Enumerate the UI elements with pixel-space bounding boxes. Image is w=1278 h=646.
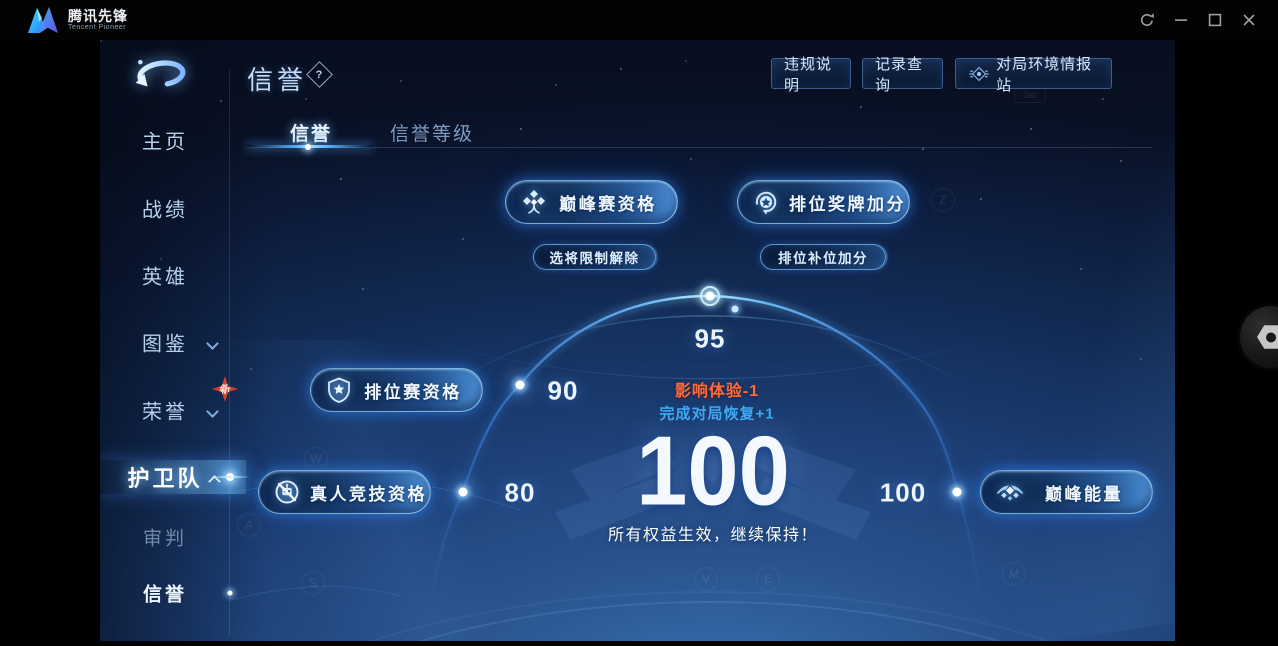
tab-divider <box>247 147 1152 148</box>
sidebar-item-records[interactable]: 战绩 <box>100 194 230 223</box>
watermark-key: V <box>694 567 718 591</box>
record-query-button[interactable]: 记录查询 <box>862 56 943 94</box>
peak-energy-button[interactable]: 巅峰能量 <box>980 470 1153 514</box>
medal-cycle-icon <box>755 191 777 215</box>
titlebar: 腾讯先锋 Tencent Pioneer <box>0 0 1278 40</box>
peak-diamonds-icon <box>523 190 545 214</box>
app-logo: 腾讯先锋 Tencent Pioneer <box>26 5 128 35</box>
active-tab-dot <box>305 143 311 150</box>
page-title: 信誉 <box>247 65 308 95</box>
app-window: 腾讯先锋 Tencent Pioneer Z W V E M S 主页 战绩 英… <box>0 0 1278 646</box>
rank-qualify-button[interactable]: 排位赛资格 <box>310 368 483 412</box>
gauge-tick-80: 80 <box>504 477 536 508</box>
match-env-intel-button[interactable]: 对局环境情报站 <box>955 56 1112 94</box>
sidebar-item-heroes[interactable]: 英雄 <box>100 261 230 290</box>
tab-credit-level[interactable]: 信誉等级 <box>390 119 474 146</box>
watermark-key: Z <box>931 188 955 212</box>
tencent-pioneer-logo-icon <box>28 7 58 33</box>
gauge-dot-90 <box>515 380 525 390</box>
sidebar-item-credit[interactable]: 信誉 <box>100 580 230 607</box>
watermark-key: W <box>304 447 328 471</box>
human-compete-button[interactable]: 真人竞技资格 <box>258 470 431 514</box>
gauge-tick-100: 100 <box>879 477 927 508</box>
maximize-icon[interactable] <box>1200 5 1230 35</box>
tab-credit[interactable]: 信誉 <box>290 119 332 146</box>
app-name-en: Tencent Pioneer <box>68 24 127 31</box>
pick-limit-lift-button[interactable]: 选将限制解除 <box>533 244 656 270</box>
gauge-dot-80 <box>458 487 468 497</box>
window-controls <box>1132 0 1264 40</box>
gauge-dot-top <box>731 305 739 313</box>
peak-qualify-button[interactable]: 巅峰赛资格 <box>505 180 678 224</box>
peak-energy-icon <box>996 485 1024 501</box>
gauge-current-marker <box>700 286 720 306</box>
gauge-tick-95: 95 <box>694 323 726 354</box>
gauge-dot-100 <box>952 487 962 497</box>
minimize-icon[interactable] <box>1166 5 1196 35</box>
hexagon-nut-icon <box>1257 325 1278 349</box>
gauge-tick-90: 90 <box>547 375 579 406</box>
violation-info-button[interactable]: 违规说明 <box>771 56 851 94</box>
credit-score-value: 100 <box>636 415 790 526</box>
app-name: 腾讯先锋 <box>68 8 128 24</box>
back-arrow-icon[interactable] <box>130 52 190 94</box>
sidebar-item-guard-team[interactable]: 护卫队 <box>100 461 230 493</box>
watermark-key: E <box>756 567 780 591</box>
close-icon[interactable] <box>1234 5 1264 35</box>
sidebar-item-home[interactable]: 主页 <box>100 126 230 155</box>
shield-star-icon <box>328 377 350 403</box>
game-viewport: Tab Z W A V E M S 主页 战绩 英雄 图鉴 荣誉 新 护卫队 <box>100 40 1175 641</box>
rank-fill-bonus-button[interactable]: 排位补位加分 <box>760 244 886 270</box>
wing-badge-icon <box>969 66 989 81</box>
status-message: 所有权益生效，继续保持！ <box>607 527 819 544</box>
refresh-icon[interactable] <box>1132 5 1162 35</box>
watermark-key: S <box>301 571 325 595</box>
sidebar-item-judgement[interactable]: 审判 <box>100 524 230 551</box>
edge-settings-fab[interactable] <box>1240 306 1278 368</box>
rank-medal-bonus-button[interactable]: 排位奖牌加分 <box>737 180 910 224</box>
watermark-key: M <box>1002 562 1026 586</box>
penalty-label: 影响体验-1 <box>674 383 760 400</box>
no-bot-icon <box>275 480 299 504</box>
